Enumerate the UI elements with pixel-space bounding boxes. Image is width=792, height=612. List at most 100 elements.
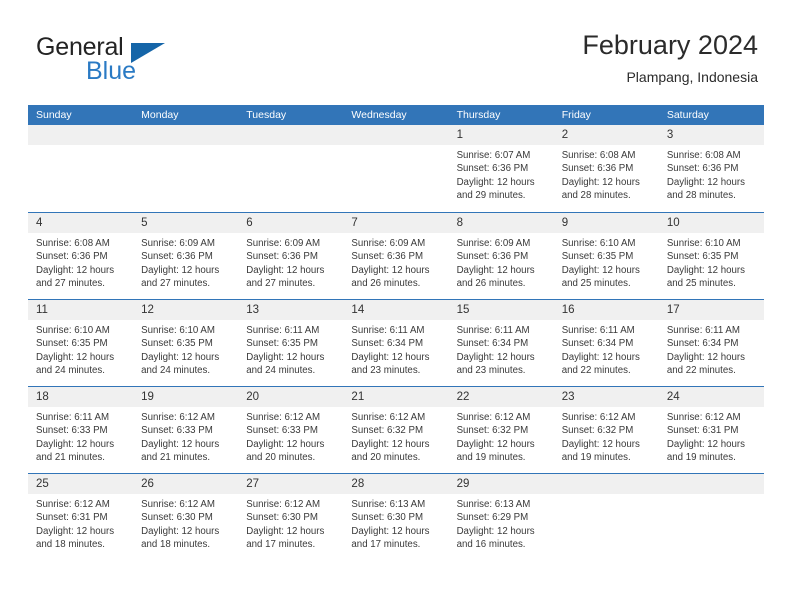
sunset-text: Sunset: 6:36 PM (666, 163, 739, 175)
calendar-day-cell[interactable]: 4 Sunrise: 6:08 AM Sunset: 6:36 PM Daylight… (28, 213, 134, 299)
day-number-band: 11 (28, 300, 134, 320)
daylight-text-line2: and 22 minutes. (666, 365, 736, 377)
day-number: 15 (456, 304, 470, 316)
calendar-day-cell[interactable]: 2 Sunrise: 6:08 AM Sunset: 6:36 PM Daylight… (553, 125, 659, 212)
day-details: Sunrise: 6:09 AM Sunset: 6:36 PM Daylight:… (449, 233, 554, 291)
sunset-text: Sunset: 6:35 PM (36, 338, 108, 350)
sunrise-text: Sunrise: 6:12 AM (561, 412, 636, 423)
calendar-day-cell-empty (343, 125, 449, 212)
daylight-text-line1: Daylight: 12 hours (36, 351, 115, 363)
day-details: Sunrise: 6:09 AM Sunset: 6:36 PM Daylight:… (238, 233, 343, 291)
calendar-day-cell[interactable]: 29 Sunrise: 6:13 AM Sunset: 6:29 PM Dayligh… (448, 474, 554, 560)
sunrise-text: Sunrise: 6:13 AM (351, 499, 426, 510)
daylight-text-line2: and 27 minutes. (246, 278, 316, 290)
daylight-text-line2: and 19 minutes. (666, 452, 736, 464)
calendar-day-cell[interactable]: 7 Sunrise: 6:09 AM Sunset: 6:36 PM Daylight… (343, 213, 449, 299)
calendar-day-cell[interactable]: 18 Sunrise: 6:11 AM Sunset: 6:33 PM Dayligh… (28, 387, 134, 473)
calendar-day-cell[interactable]: 3 Sunrise: 6:08 AM Sunset: 6:36 PM Daylight… (658, 125, 764, 212)
daylight-text-line1: Daylight: 12 hours (36, 264, 115, 276)
daylight-text-line2: and 17 minutes. (351, 539, 421, 551)
calendar-day-cell[interactable]: 6 Sunrise: 6:09 AM Sunset: 6:36 PM Daylight… (238, 213, 344, 299)
calendar-day-cell[interactable]: 14 Sunrise: 6:11 AM Sunset: 6:34 PM Dayligh… (343, 300, 449, 386)
calendar-day-cell[interactable]: 26 Sunrise: 6:12 AM Sunset: 6:30 PM Dayligh… (133, 474, 239, 560)
calendar-week-row: 11 Sunrise: 6:10 AM Sunset: 6:35 PM Dayligh… (28, 299, 764, 386)
calendar-day-cell[interactable]: 23 Sunrise: 6:12 AM Sunset: 6:32 PM Dayligh… (553, 387, 659, 473)
calendar-day-cell[interactable]: 15 Sunrise: 6:11 AM Sunset: 6:34 PM Dayligh… (448, 300, 554, 386)
calendar-day-cell[interactable]: 5 Sunrise: 6:09 AM Sunset: 6:36 PM Daylight… (133, 213, 239, 299)
calendar-day-cell[interactable]: 25 Sunrise: 6:12 AM Sunset: 6:31 PM Dayligh… (28, 474, 134, 560)
calendar-day-cell[interactable]: 12 Sunrise: 6:10 AM Sunset: 6:35 PM Dayligh… (133, 300, 239, 386)
calendar-day-cell[interactable]: 28 Sunrise: 6:13 AM Sunset: 6:30 PM Dayligh… (343, 474, 449, 560)
daylight-text-line1: Daylight: 12 hours (456, 525, 535, 537)
daylight-text-line2: and 18 minutes. (36, 539, 105, 551)
day-details: Sunrise: 6:10 AM Sunset: 6:35 PM Daylight:… (659, 233, 764, 291)
sunset-text: Sunset: 6:34 PM (561, 338, 634, 350)
calendar-day-cell-empty (238, 125, 344, 212)
day-number: 18 (36, 391, 49, 403)
general-blue-logo[interactable]: General Blue (36, 34, 266, 92)
logo-text-blue: Blue (86, 57, 137, 85)
day-number-band: 22 (448, 387, 554, 407)
day-number: 23 (561, 391, 575, 403)
calendar-day-cell[interactable]: 16 Sunrise: 6:11 AM Sunset: 6:34 PM Dayligh… (553, 300, 659, 386)
day-details: Sunrise: 6:13 AM Sunset: 6:29 PM Daylight:… (449, 494, 554, 552)
daylight-text-line2: and 19 minutes. (456, 452, 526, 464)
calendar-day-cell[interactable]: 10 Sunrise: 6:10 AM Sunset: 6:35 PM Dayligh… (658, 213, 764, 299)
sunrise-text: Sunrise: 6:11 AM (666, 325, 740, 336)
daylight-text-line1: Daylight: 12 hours (36, 525, 115, 537)
weekday-header-saturday: Saturday (666, 109, 709, 121)
calendar-day-cell[interactable]: 17 Sunrise: 6:11 AM Sunset: 6:34 PM Dayligh… (658, 300, 764, 386)
day-number-band: 3 (658, 125, 764, 145)
calendar-day-cell[interactable]: 1 Sunrise: 6:07 AM Sunset: 6:36 PM Daylight… (448, 125, 554, 212)
sunset-text: Sunset: 6:36 PM (36, 251, 108, 263)
day-number-band: 7 (343, 213, 449, 233)
calendar-day-cell-empty (658, 474, 764, 560)
sunset-text: Sunset: 6:30 PM (141, 512, 213, 524)
sunset-text: Sunset: 6:36 PM (351, 251, 424, 263)
day-number: 24 (666, 391, 680, 403)
sunrise-text: Sunrise: 6:12 AM (246, 412, 321, 423)
sunset-text: Sunset: 6:35 PM (666, 251, 739, 263)
day-number-band: 17 (658, 300, 764, 320)
calendar-day-cell[interactable]: 13 Sunrise: 6:11 AM Sunset: 6:35 PM Dayligh… (238, 300, 344, 386)
calendar-day-cell[interactable]: 9 Sunrise: 6:10 AM Sunset: 6:35 PM Daylight… (553, 213, 659, 299)
calendar-day-cell[interactable]: 22 Sunrise: 6:12 AM Sunset: 6:32 PM Dayligh… (448, 387, 554, 473)
daylight-text-line1: Daylight: 12 hours (351, 264, 430, 276)
day-number-band (343, 125, 449, 145)
sunrise-text: Sunrise: 6:12 AM (351, 412, 426, 423)
day-details: Sunrise: 6:10 AM Sunset: 6:35 PM Daylight:… (133, 320, 238, 378)
day-number: 3 (666, 129, 674, 141)
sunrise-text: Sunrise: 6:12 AM (246, 499, 321, 510)
day-number-band: 15 (448, 300, 554, 320)
daylight-text-line1: Daylight: 12 hours (456, 438, 535, 450)
calendar-week-row: 25 Sunrise: 6:12 AM Sunset: 6:31 PM Dayligh… (28, 473, 764, 560)
calendar-day-cell[interactable]: 8 Sunrise: 6:09 AM Sunset: 6:36 PM Daylight… (448, 213, 554, 299)
day-number-band: 6 (238, 213, 344, 233)
calendar-day-cell[interactable]: 24 Sunrise: 6:12 AM Sunset: 6:31 PM Dayligh… (658, 387, 764, 473)
sunrise-text: Sunrise: 6:13 AM (456, 499, 531, 510)
daylight-text-line2: and 26 minutes. (456, 278, 526, 290)
calendar-day-cell[interactable]: 19 Sunrise: 6:12 AM Sunset: 6:33 PM Dayligh… (133, 387, 239, 473)
daylight-text-line2: and 24 minutes. (246, 365, 316, 377)
calendar-day-cell[interactable]: 21 Sunrise: 6:12 AM Sunset: 6:32 PM Dayligh… (343, 387, 449, 473)
sunrise-text: Sunrise: 6:12 AM (141, 499, 215, 510)
day-number: 6 (246, 217, 253, 229)
day-number: 22 (456, 391, 470, 403)
day-number: 11 (36, 304, 48, 316)
day-details: Sunrise: 6:07 AM Sunset: 6:36 PM Daylight:… (449, 145, 554, 203)
daylight-text-line2: and 17 minutes. (246, 539, 316, 551)
calendar-day-cell[interactable]: 27 Sunrise: 6:12 AM Sunset: 6:30 PM Dayligh… (238, 474, 344, 560)
daylight-text-line2: and 28 minutes. (666, 190, 736, 202)
daylight-text-line2: and 20 minutes. (246, 452, 316, 464)
sunset-text: Sunset: 6:35 PM (561, 251, 634, 263)
calendar-weeks: 1 Sunrise: 6:07 AM Sunset: 6:36 PM Daylight… (28, 125, 764, 560)
page-header: General Blue February 2024 Plampang, Ind… (28, 28, 764, 96)
daylight-text-line1: Daylight: 12 hours (666, 351, 745, 363)
day-details: Sunrise: 6:11 AM Sunset: 6:34 PM Daylight:… (449, 320, 554, 378)
calendar-day-cell[interactable]: 20 Sunrise: 6:12 AM Sunset: 6:33 PM Dayligh… (238, 387, 344, 473)
day-number: 7 (351, 217, 358, 229)
calendar-day-cell-empty (553, 474, 659, 560)
daylight-text-line1: Daylight: 12 hours (141, 525, 220, 537)
day-number: 16 (561, 304, 575, 316)
calendar-day-cell[interactable]: 11 Sunrise: 6:10 AM Sunset: 6:35 PM Dayligh… (28, 300, 134, 386)
